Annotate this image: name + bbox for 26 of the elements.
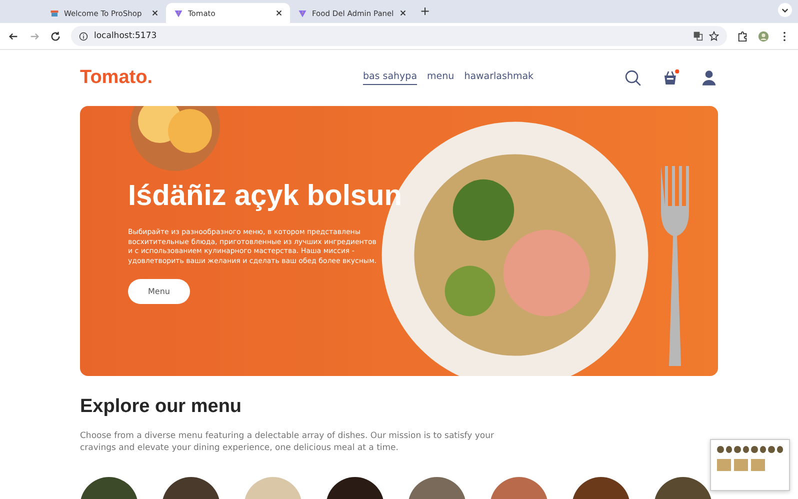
profile-avatar-icon[interactable] [758,30,769,42]
basket-icon[interactable] [662,69,680,87]
close-icon[interactable] [276,10,282,16]
info-icon [79,32,88,40]
section-heading: Explore our menu [80,396,243,418]
screenshot-thumbnail[interactable] [710,439,790,491]
lightning-logo-icon [298,8,307,18]
translate-icon[interactable] [693,31,703,41]
menu-button[interactable]: Menu [128,278,190,304]
chevron-down-icon[interactable] [778,2,792,16]
nav-link[interactable]: menu [427,71,454,85]
section-description: Choose from a diverse menu featuring a delectable array of dishes. Our mission is to satisfy your cravings and elevate your dining experience, one delicious meal at a time. [80,430,495,455]
nav-link[interactable]: hawarlashmak [464,71,534,85]
lightning-logo-icon [174,8,183,18]
puzzle-icon[interactable] [737,30,748,42]
close-icon[interactable] [152,10,158,16]
new-tab-button[interactable]: + [420,4,430,18]
user-icon[interactable] [700,69,718,87]
back-icon[interactable] [8,30,19,42]
address-field[interactable]: localhost:5173 [71,26,727,46]
nav-link[interactable]: bas sahypa [362,71,418,85]
star-icon[interactable] [709,31,719,41]
search-icon[interactable] [624,69,642,87]
close-icon[interactable] [400,10,406,16]
store-icon [50,8,59,18]
reload-icon[interactable] [50,30,61,42]
